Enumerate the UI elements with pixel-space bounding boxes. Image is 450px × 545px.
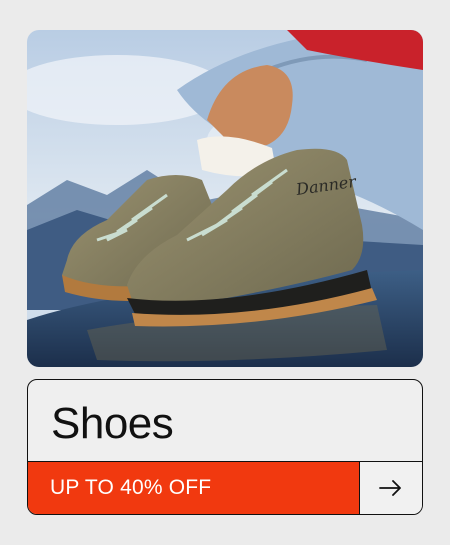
promo-button[interactable]: UP TO 40% OFF [28, 462, 360, 514]
arrow-right-icon [379, 480, 401, 496]
product-title: Shoes [51, 399, 174, 448]
product-card[interactable]: Danner Shoes UP TO 40% OFF [0, 0, 450, 545]
product-info: Shoes UP TO 40% OFF [27, 379, 423, 515]
arrow-button[interactable] [360, 462, 422, 514]
product-image[interactable]: Danner [27, 30, 423, 367]
hiking-boots-photo: Danner [27, 30, 423, 367]
promo-row: UP TO 40% OFF [28, 461, 422, 514]
promo-label: UP TO 40% OFF [50, 476, 212, 499]
